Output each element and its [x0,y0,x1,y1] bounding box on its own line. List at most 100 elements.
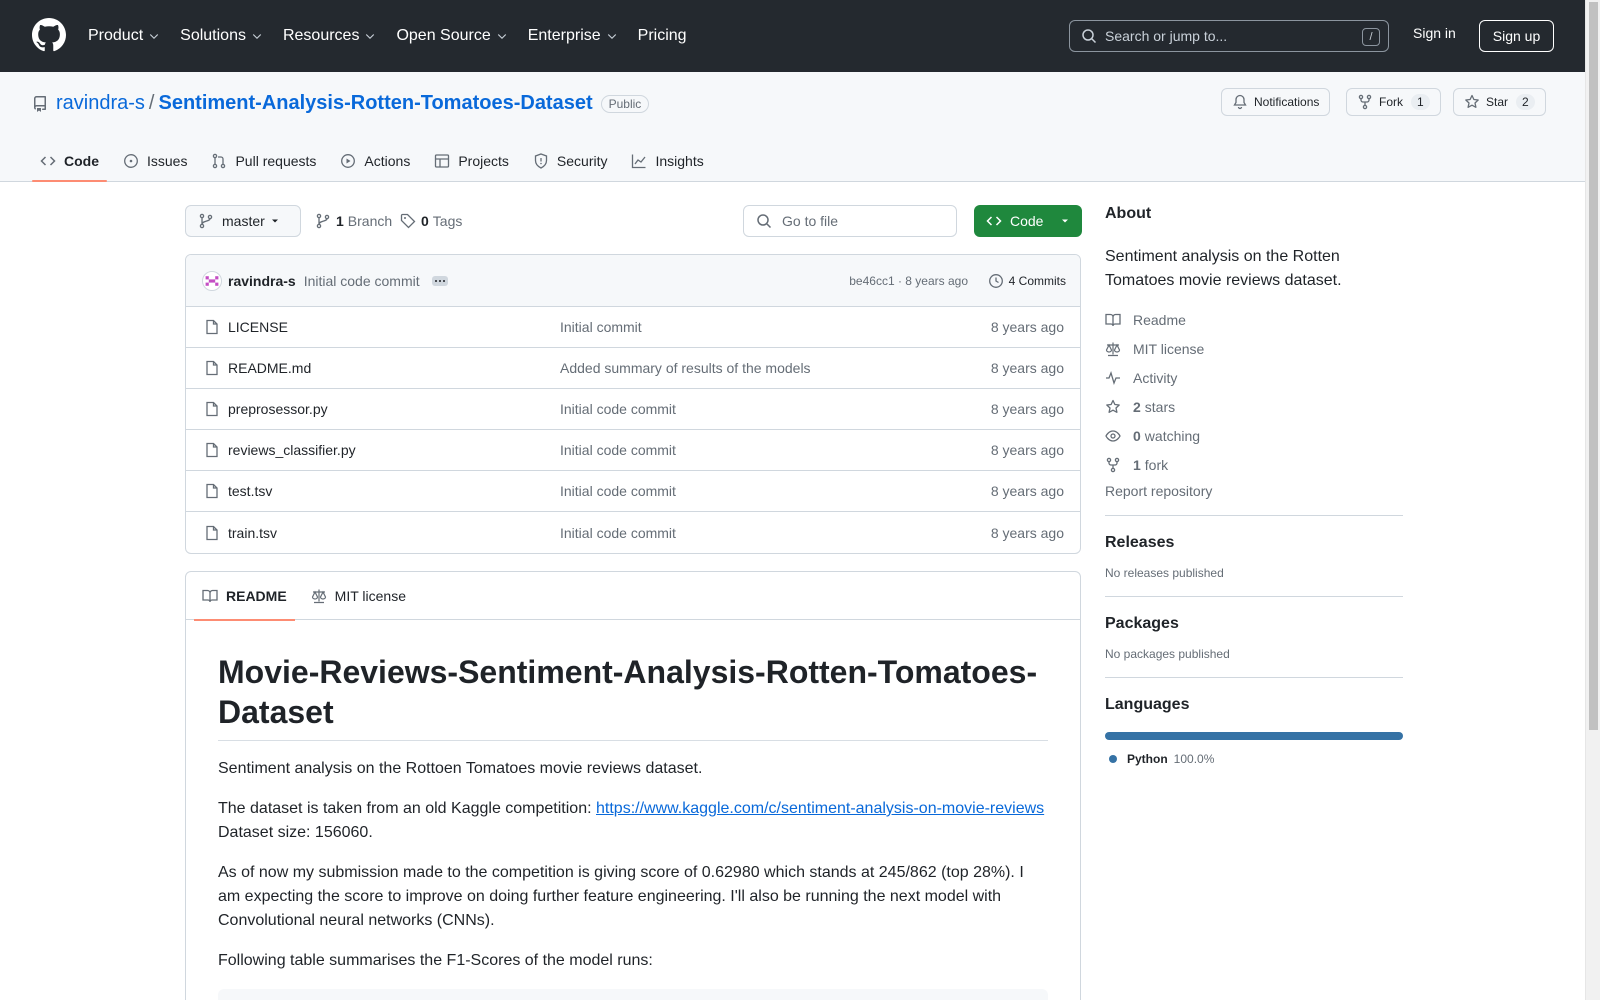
code-icon [986,216,1002,226]
branches-link[interactable]: 1 Branch [315,213,392,229]
file-name-link[interactable]: test.tsv [228,483,272,499]
tab-license[interactable]: MIT license [303,572,414,620]
tab-code-label: Code [64,153,99,169]
file-icon [206,442,218,458]
branch-name: master [222,213,265,229]
eye-icon [1105,429,1121,442]
issue-icon [124,154,138,168]
tab-projects[interactable]: Projects [426,140,517,182]
search-input[interactable]: Search or jump to... / [1069,20,1389,52]
fork-icon [1106,457,1120,472]
go-to-file-input[interactable]: Go to file [743,205,957,237]
table-row: train.tsv Initial code commit 8 years ag… [186,512,1080,553]
file-age: 8 years ago [990,360,1064,376]
tag-label: Tags [432,213,463,229]
tab-projects-label: Projects [458,153,509,169]
nav-solutions[interactable]: Solutions [180,27,273,45]
branch-select-button[interactable]: master [185,205,301,237]
file-age: 8 years ago [990,483,1064,499]
nav-open-source[interactable]: Open Source [396,27,517,45]
file-commit-message[interactable]: Initial code commit [560,525,676,541]
language-color-dot [1109,755,1117,763]
sign-up-button[interactable]: Sign up [1479,20,1554,52]
fork-count: 1 [1411,94,1430,110]
law-icon [311,589,326,603]
fork-button[interactable]: Fork 1 [1346,88,1441,116]
report-repository-link[interactable]: Report repository [1105,483,1403,499]
latest-commit-row: ravindra-s Initial code commit be46cc1 ·… [186,255,1080,307]
file-icon [206,483,218,499]
packages-title[interactable]: Packages [1105,615,1403,633]
commit-message-link[interactable]: Initial code commit [304,273,420,289]
file-name-link[interactable]: preprosessor.py [228,401,328,417]
file-commit-message[interactable]: Initial code commit [560,401,676,417]
stars-link[interactable]: 2 stars [1105,392,1403,421]
kaggle-link[interactable]: https://www.kaggle.com/c/sentiment-analy… [596,800,1044,817]
nav-enterprise[interactable]: Enterprise [528,27,628,45]
about-links: Readme MIT license Activity 2 stars 0 wa… [1105,305,1403,479]
chevron-down-icon [607,34,616,40]
tab-actions-label: Actions [364,153,411,169]
tab-insights[interactable]: Insights [623,140,711,182]
page-scrollbar[interactable] [1585,0,1600,1000]
language-name: Python [1127,752,1168,766]
nav-solutions-label: Solutions [180,27,246,44]
releases-title[interactable]: Releases [1105,534,1403,552]
tab-pull-requests[interactable]: Pull requests [203,140,324,182]
nav-resources[interactable]: Resources [283,27,386,45]
github-logo-icon[interactable] [32,18,66,52]
file-commit-message[interactable]: Initial commit [560,319,642,335]
branch-label: Branch [347,213,393,229]
commits-history-link[interactable]: 4 Commits [988,273,1066,289]
language-item[interactable]: Python 100.0% [1105,752,1403,766]
pull-request-icon [213,153,226,169]
tab-security[interactable]: Security [525,140,616,182]
repo-owner-link[interactable]: ravindra-s [56,92,145,115]
languages-section: Languages Python 100.0% [1105,677,1403,766]
star-button[interactable]: Star 2 [1453,88,1546,116]
star-count: 2 [1516,94,1535,110]
tab-readme[interactable]: README [194,572,295,621]
license-link[interactable]: MIT license [1105,334,1403,363]
commit-sha-age[interactable]: be46cc1 · 8 years ago [849,274,968,288]
tag-count: 0 [421,213,429,229]
file-icon [206,360,218,376]
file-commit-message[interactable]: Added summary of results of the models [560,360,811,376]
expand-commit-button[interactable] [431,275,448,286]
branch-icon [199,213,213,229]
nav-open-source-label: Open Source [396,27,491,44]
sign-in-link[interactable]: Sign in [1413,25,1456,41]
nav-enterprise-label: Enterprise [527,27,601,44]
tags-link[interactable]: 0 Tags [400,213,462,229]
file-name-link[interactable]: README.md [228,360,311,376]
tab-actions[interactable]: Actions [332,140,418,182]
avatar[interactable] [202,270,222,291]
identicon-icon [205,275,219,286]
tab-issues[interactable]: Issues [115,140,195,182]
file-name-link[interactable]: LICENSE [228,319,288,335]
notifications-label: Notifications [1254,95,1320,109]
sidebar: About Sentiment analysis on the Rotten T… [1105,205,1403,766]
repo-name-link[interactable]: Sentiment-Analysis-Rotten-Tomatoes-Datas… [158,92,592,115]
forks-link[interactable]: 1 fork [1105,450,1403,479]
activity-link[interactable]: Activity [1105,363,1403,392]
nav-pricing[interactable]: Pricing [638,27,697,45]
readme-link[interactable]: Readme [1105,305,1403,334]
notifications-button[interactable]: Notifications [1221,88,1331,116]
nav-product[interactable]: Product [88,27,170,45]
commit-author-link[interactable]: ravindra-s [228,273,296,289]
tab-code[interactable]: Code [32,140,107,182]
file-commit-message[interactable]: Initial code commit [560,442,676,458]
table-icon [435,154,450,168]
watchers-link[interactable]: 0 watching [1105,421,1403,450]
readme-text: Dataset size: 156060. [218,824,373,841]
scrollbar-thumb[interactable] [1589,2,1598,730]
caret-down-icon [272,219,278,223]
file-commit-message[interactable]: Initial code commit [560,483,676,499]
go-to-file-placeholder: Go to file [782,213,839,229]
file-name-link[interactable]: reviews_classifier.py [228,442,356,458]
code-dropdown-button[interactable]: Code [974,205,1082,237]
about-title: About [1105,205,1152,222]
file-name-link[interactable]: train.tsv [228,525,277,541]
stars-label: stars [1144,398,1176,415]
